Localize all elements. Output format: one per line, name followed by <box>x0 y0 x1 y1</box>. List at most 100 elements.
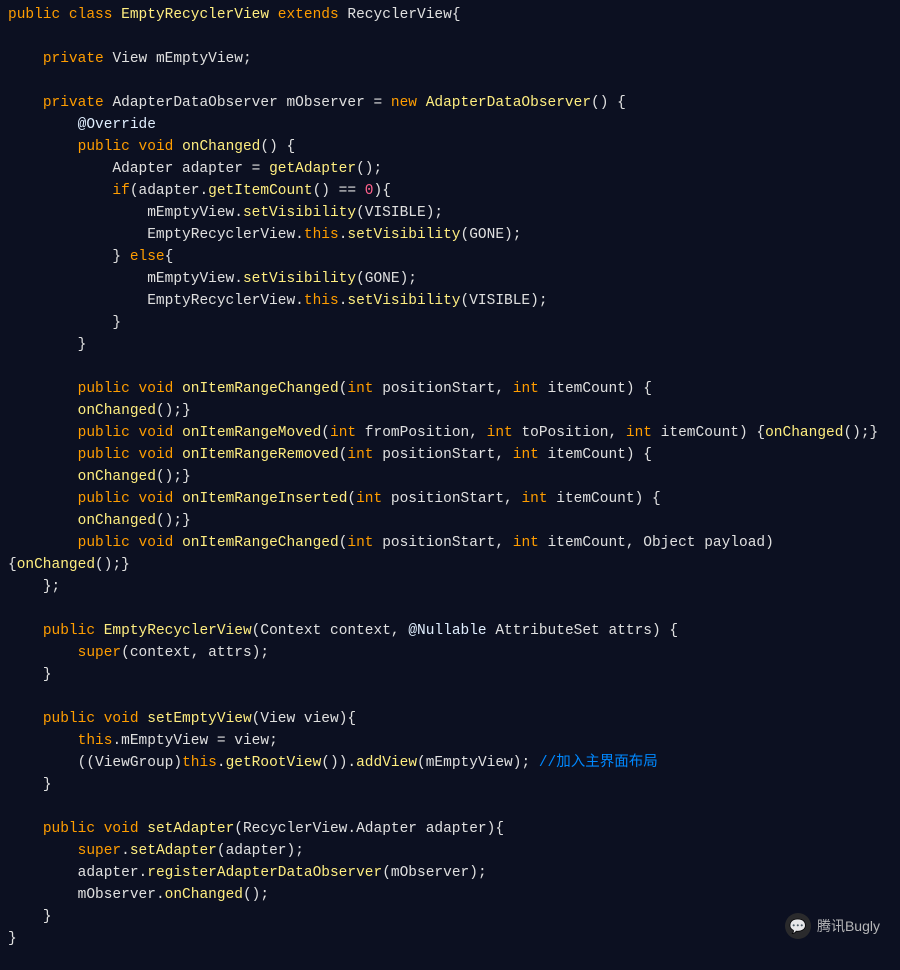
paren: ( <box>217 843 226 859</box>
param: Context context <box>260 623 391 639</box>
parens: () <box>321 755 338 771</box>
paren: ( <box>234 821 243 837</box>
paren: ( <box>130 183 139 199</box>
brace: { <box>382 183 391 199</box>
kw-int: int <box>513 381 539 397</box>
method-name: onItemRangeMoved <box>182 425 321 441</box>
comma: , <box>495 447 512 463</box>
call: getRootView <box>226 755 322 771</box>
dot: . <box>139 865 148 881</box>
const: GONE <box>365 271 400 287</box>
dot: . <box>295 227 304 243</box>
dot: . <box>217 755 226 771</box>
dot: . <box>347 755 356 771</box>
kw-void: void <box>104 821 139 837</box>
method-name: setEmptyView <box>147 711 251 727</box>
method-name: onChanged <box>182 139 260 155</box>
semi: ; <box>861 425 870 441</box>
paren: ) <box>400 271 409 287</box>
arg: attrs <box>208 645 252 661</box>
ident: EmptyRecyclerView <box>147 293 295 309</box>
brace: { <box>347 711 356 727</box>
parens: () <box>156 469 173 485</box>
paren: ( <box>86 755 95 771</box>
paren: ) <box>635 491 644 507</box>
dot: . <box>199 183 208 199</box>
kw-int: int <box>513 447 539 463</box>
semi: ; <box>173 469 182 485</box>
kw-public: public <box>43 623 95 639</box>
paren: ) <box>504 227 513 243</box>
parens: () <box>313 183 330 199</box>
brace: } <box>182 469 191 485</box>
method-name: onItemRangeRemoved <box>182 447 339 463</box>
paren: ( <box>382 865 391 881</box>
brace: }; <box>43 579 60 595</box>
call: setVisibility <box>347 293 460 309</box>
comma: , <box>608 425 625 441</box>
param: AttributeSet attrs <box>487 623 652 639</box>
ident: mObserver <box>78 887 156 903</box>
parens: () <box>260 139 277 155</box>
semi: ; <box>478 865 487 881</box>
kw-void: void <box>139 491 174 507</box>
param: itemCount <box>652 425 739 441</box>
paren: ( <box>321 425 330 441</box>
param: toPosition <box>513 425 609 441</box>
paren: ( <box>347 491 356 507</box>
param: positionStart <box>374 381 496 397</box>
kw-void: void <box>139 139 174 155</box>
kw-public: public <box>8 7 60 23</box>
kw-this: this <box>304 227 339 243</box>
comma: , <box>191 645 208 661</box>
param: itemCount <box>539 381 626 397</box>
brace: { <box>165 249 174 265</box>
paren: ) <box>469 865 478 881</box>
const: VISIBLE <box>365 205 426 221</box>
brace: } <box>43 909 52 925</box>
parens: () <box>243 887 260 903</box>
arg: context <box>130 645 191 661</box>
type: RecyclerView <box>243 821 347 837</box>
comma: , <box>391 623 408 639</box>
call: onChanged <box>17 557 95 573</box>
field-decl: View mEmptyView <box>112 51 243 67</box>
dot: . <box>234 271 243 287</box>
kw-public: public <box>78 425 130 441</box>
brace: } <box>870 425 879 441</box>
param: Adapter adapter <box>356 821 487 837</box>
method-name: setAdapter <box>147 821 234 837</box>
paren: ) <box>765 535 774 551</box>
kw-public: public <box>78 381 130 397</box>
parens: () <box>156 513 173 529</box>
ident: adapter <box>78 865 139 881</box>
paren: ) <box>626 381 635 397</box>
paren: ) <box>652 623 661 639</box>
call: onChanged <box>765 425 843 441</box>
method-name: onItemRangeInserted <box>182 491 347 507</box>
brace: { <box>643 491 660 507</box>
eq: = <box>373 95 382 111</box>
ident: EmptyRecyclerView <box>147 227 295 243</box>
comma: , <box>504 491 521 507</box>
brace: } <box>43 777 52 793</box>
kw-public: public <box>43 711 95 727</box>
kw-int: int <box>347 535 373 551</box>
ident: mEmptyView <box>147 271 234 287</box>
arg: mEmptyView <box>426 755 513 771</box>
param: itemCount <box>539 447 626 463</box>
ident: mEmptyView <box>121 733 217 749</box>
number: 0 <box>365 183 374 199</box>
call: setVisibility <box>243 271 356 287</box>
code-block: public class EmptyRecyclerView extends R… <box>0 0 900 970</box>
kw-void: void <box>104 711 139 727</box>
brace: } <box>121 557 130 573</box>
kw-int: int <box>521 491 547 507</box>
dot: . <box>112 733 121 749</box>
semi: ; <box>521 755 530 771</box>
semi: ; <box>269 733 278 749</box>
kw-int: int <box>513 535 539 551</box>
kw-void: void <box>139 425 174 441</box>
paren: ( <box>121 645 130 661</box>
dot: . <box>234 205 243 221</box>
